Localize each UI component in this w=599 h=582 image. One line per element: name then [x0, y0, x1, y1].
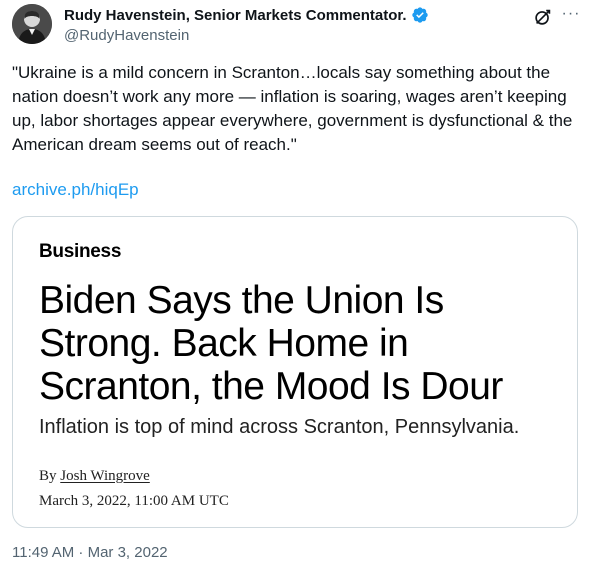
- avatar-portrait-icon: [12, 4, 52, 44]
- avatar[interactable]: [12, 4, 52, 44]
- more-options-icon[interactable]: ···: [558, 5, 584, 27]
- tweet-timestamp[interactable]: 11:49 AM · Mar 3, 2022: [12, 544, 168, 561]
- card-byline: By Josh Wingrove: [39, 468, 150, 485]
- byline-prefix: By: [39, 468, 61, 484]
- verified-badge-icon: [411, 7, 428, 23]
- archive-link[interactable]: archive.ph/hiqEp: [12, 180, 139, 200]
- card-date: March 3, 2022, 11:00 AM UTC: [39, 493, 229, 509]
- author-handle[interactable]: @RudyHavenstein: [64, 27, 189, 44]
- link-preview-card[interactable]: Business Biden Says the Union Is Strong.…: [12, 216, 578, 528]
- grok-icon[interactable]: [532, 6, 554, 28]
- card-subheadline: Inflation is top of mind across Scranton…: [39, 416, 520, 438]
- card-author: Josh Wingrove: [60, 468, 150, 484]
- tweet-text: "Ukraine is a mild concern in Scranton…l…: [12, 63, 573, 154]
- tweet: Rudy Havenstein, Senior Markets Commenta…: [0, 0, 599, 582]
- card-section-label: Business: [39, 241, 122, 262]
- card-headline: Biden Says the Union Is Strong. Back Hom…: [39, 279, 503, 408]
- author-name-row[interactable]: Rudy Havenstein, Senior Markets Commenta…: [64, 6, 429, 24]
- author-name[interactable]: Rudy Havenstein, Senior Markets Commenta…: [64, 7, 407, 24]
